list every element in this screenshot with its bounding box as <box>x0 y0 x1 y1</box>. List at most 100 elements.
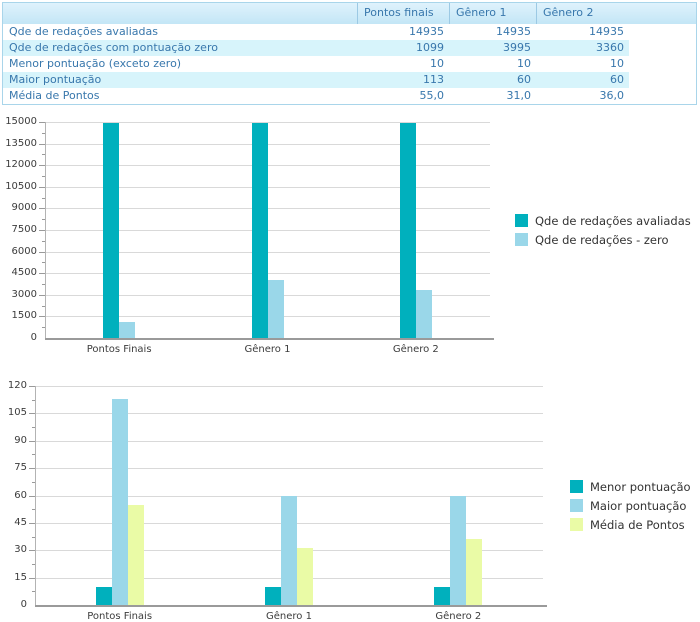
legend-item: Maior pontuação <box>570 496 691 515</box>
cell-value: 1099 <box>357 40 449 56</box>
row-label: Qde de redações avaliadas <box>3 24 357 40</box>
y-axis-tick-label: 60 <box>0 490 27 501</box>
legend-swatch <box>515 233 528 246</box>
x-axis-line <box>45 338 494 340</box>
cell-filler <box>629 72 696 88</box>
bar <box>119 322 135 338</box>
legend-label: Maior pontuação <box>590 499 686 513</box>
cell-filler <box>629 88 696 104</box>
legend-label: Média de Pontos <box>590 518 685 532</box>
bar <box>450 496 466 606</box>
legend-swatch <box>570 499 583 512</box>
row-label: Menor pontuação (exceto zero) <box>3 56 357 72</box>
page: Pontos finais Gênero 1 Gênero 2 Qde de r… <box>0 0 700 622</box>
row-label: Média de Pontos <box>3 88 357 104</box>
bar <box>400 123 416 338</box>
table-row: Maior pontuação 113 60 60 <box>3 72 696 88</box>
cell-value: 14935 <box>449 24 536 40</box>
legend-item: Qde de redações - zero <box>515 230 691 249</box>
y-axis-tick-label: 15 <box>0 572 27 583</box>
cell-value: 31,0 <box>449 88 536 104</box>
chart-redacoes-counts: 1500 3000 4500 6000 7500 9000 10500 12000 13500 1… <box>0 112 700 370</box>
y-axis-tick-label: 0 <box>0 332 37 343</box>
y-axis-tick-label: 13500 <box>0 138 37 149</box>
x-axis-category-label: Gênero 2 <box>398 611 518 622</box>
bar <box>416 290 432 338</box>
cell-value: 3360 <box>536 40 629 56</box>
table-row: Média de Pontos 55,0 31,0 36,0 <box>3 88 696 104</box>
y-axis-line <box>45 122 46 338</box>
legend-item: Menor pontuação <box>570 477 691 496</box>
y-axis-tick-label: 120 <box>0 380 27 391</box>
table-row: Qde de redações com pontuação zero 1099 … <box>3 40 696 56</box>
row-label: Maior pontuação <box>3 72 357 88</box>
y-axis-tick-label: 12000 <box>0 159 37 170</box>
header-cell-pontos-finais: Pontos finais <box>357 3 449 24</box>
cell-value: 10 <box>536 56 629 72</box>
bar <box>466 539 482 605</box>
y-axis-tick-label: 4500 <box>0 267 37 278</box>
row-label: Qde de redações com pontuação zero <box>3 40 357 56</box>
cell-value: 55,0 <box>357 88 449 104</box>
gridline <box>35 386 543 387</box>
header-cell-genero-1: Gênero 1 <box>449 3 536 24</box>
table-header-row: Pontos finais Gênero 1 Gênero 2 <box>3 3 696 24</box>
y-axis-tick-label: 45 <box>0 517 27 528</box>
legend-swatch <box>515 214 528 227</box>
chart-legend: Qde de redações avaliadas Qde de redações… <box>515 211 691 249</box>
cell-filler <box>629 24 696 40</box>
header-cell-empty <box>3 3 357 24</box>
cell-filler <box>629 56 696 72</box>
y-axis-tick-label: 7500 <box>0 224 37 235</box>
y-axis-tick-label: 3000 <box>0 289 37 300</box>
y-axis-tick-label: 10500 <box>0 181 37 192</box>
cell-value: 113 <box>357 72 449 88</box>
x-axis-line <box>35 605 547 607</box>
cell-value: 60 <box>449 72 536 88</box>
table-row: Qde de redações avaliadas 14935 14935 14… <box>3 24 696 40</box>
y-axis-tick-label: 1500 <box>0 310 37 321</box>
bar <box>268 280 284 338</box>
bar <box>252 123 268 338</box>
cell-filler <box>629 40 696 56</box>
table-row: Menor pontuação (exceto zero) 10 10 10 <box>3 56 696 72</box>
bar <box>103 123 119 338</box>
y-axis-line <box>35 386 36 605</box>
legend-label: Qde de redações - zero <box>535 233 669 247</box>
cell-value: 14935 <box>536 24 629 40</box>
chart-legend: Menor pontuação Maior pontuação Média de P… <box>570 477 691 534</box>
bar <box>265 587 281 605</box>
legend-item: Média de Pontos <box>570 515 691 534</box>
y-axis-tick-label: 15000 <box>0 116 37 127</box>
header-cell-genero-2: Gênero 2 <box>536 3 629 24</box>
cell-value: 10 <box>449 56 536 72</box>
y-axis-tick-label: 30 <box>0 544 27 555</box>
x-axis-category-label: Pontos Finais <box>59 344 179 355</box>
cell-value: 10 <box>357 56 449 72</box>
bar <box>96 587 112 605</box>
y-axis-tick-label: 75 <box>0 462 27 473</box>
y-axis-tick-label: 105 <box>0 407 27 418</box>
cell-value: 14935 <box>357 24 449 40</box>
legend-swatch <box>570 480 583 493</box>
bar <box>297 548 313 605</box>
bar <box>281 496 297 606</box>
legend-item: Qde de redações avaliadas <box>515 211 691 230</box>
x-axis-category-label: Gênero 1 <box>208 344 328 355</box>
cell-value: 36,0 <box>536 88 629 104</box>
chart-pontuacao-stats: 15 30 45 60 75 90 105 120 0 Pontos Finais Gênero 1… <box>0 374 700 622</box>
y-axis-tick-label: 6000 <box>0 246 37 257</box>
legend-swatch <box>570 518 583 531</box>
x-axis-category-label: Pontos Finais <box>60 611 180 622</box>
x-axis-category-label: Gênero 2 <box>356 344 476 355</box>
x-axis-category-label: Gênero 1 <box>229 611 349 622</box>
summary-table: Pontos finais Gênero 1 Gênero 2 Qde de r… <box>2 2 697 105</box>
y-axis-tick-label: 0 <box>0 599 27 610</box>
legend-label: Menor pontuação <box>590 480 691 494</box>
y-axis-tick-label: 9000 <box>0 202 37 213</box>
header-cell-filler <box>629 3 696 24</box>
y-axis-tick-label: 90 <box>0 435 27 446</box>
cell-value: 60 <box>536 72 629 88</box>
bar <box>112 399 128 605</box>
legend-label: Qde de redações avaliadas <box>535 214 691 228</box>
